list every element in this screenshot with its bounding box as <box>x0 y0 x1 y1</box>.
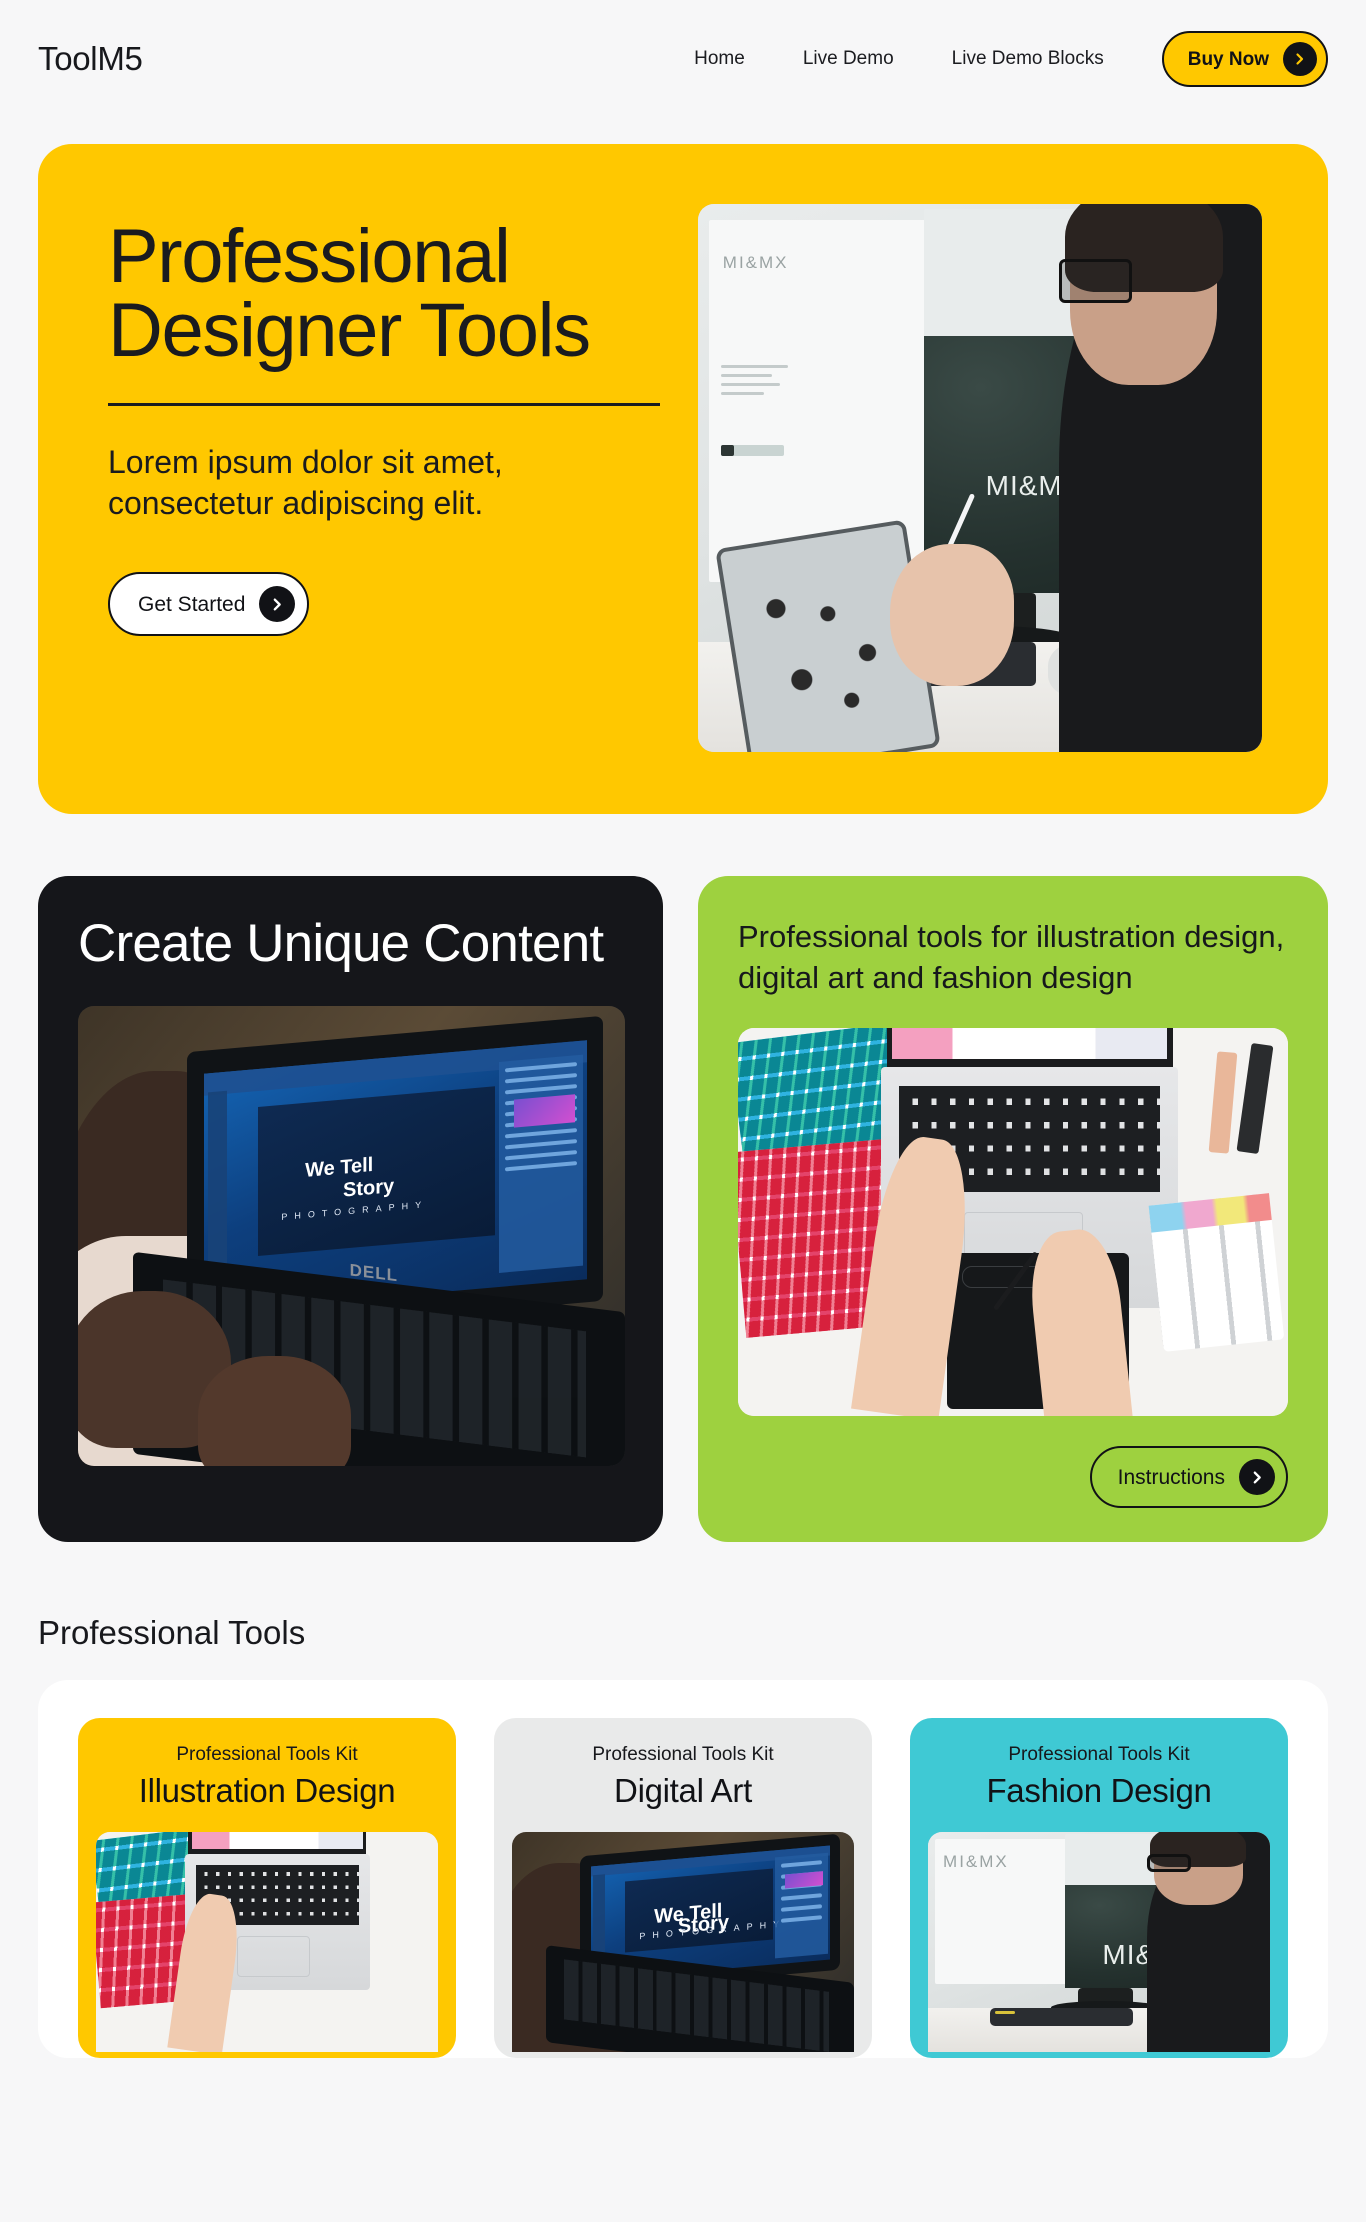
products-panel: Professional Tools Kit Illustration Desi… <box>38 1680 1328 2059</box>
dark-card-title: Create Unique Content <box>78 914 604 973</box>
screen-text-line3: PHOTOGRAPHY <box>281 1198 428 1222</box>
hero-section: Professional Designer Tools Lorem ipsum … <box>38 144 1328 814</box>
product-thumbnail: MI&MX MI&M <box>928 1832 1270 2053</box>
get-started-label: Get Started <box>138 592 246 616</box>
nav-links: Home Live Demo Live Demo Blocks <box>694 48 1104 70</box>
designer-desk-photo: MI&MX MI&M <box>928 1832 1270 2053</box>
get-started-button[interactable]: Get Started <box>108 572 310 637</box>
kit-name: Illustration Design <box>138 1772 396 1810</box>
kit-name: Digital Art <box>614 1772 752 1810</box>
instructions-label: Instructions <box>1117 1465 1225 1489</box>
product-card-digital-art[interactable]: Professional Tools Kit Digital Art We Te… <box>494 1718 872 2059</box>
nav-link-live-demo[interactable]: Live Demo <box>803 48 894 70</box>
green-card-cta-row: Instructions <box>738 1446 1288 1509</box>
hero-text-column: Professional Designer Tools Lorem ipsum … <box>108 200 668 752</box>
dark-card-image: We Tell Story PHOTOGRAPHY DELL <box>78 1006 625 1467</box>
top-navigation: ToolM5 Home Live Demo Live Demo Blocks B… <box>38 0 1328 118</box>
green-card-image <box>738 1028 1288 1417</box>
brand-logo[interactable]: ToolM5 <box>38 40 143 78</box>
kit-label: Professional Tools Kit <box>1008 1744 1190 1766</box>
hero-title: Professional Designer Tools <box>108 214 591 373</box>
feature-cards-row: Create Unique Content We Tell Story PHOT… <box>38 876 1328 1543</box>
monitor-left-brand-text: MI&MX <box>722 252 789 272</box>
arrow-right-circle-icon <box>259 586 296 623</box>
dell-photoshop-photo: We Tell Story PHOTOGRAPHY DELL <box>78 1006 625 1467</box>
kit-name: Fashion Design <box>986 1772 1212 1810</box>
instructions-button[interactable]: Instructions <box>1089 1446 1288 1509</box>
product-thumbnail <box>96 1832 438 2053</box>
page-root: ToolM5 Home Live Demo Live Demo Blocks B… <box>0 0 1366 2059</box>
nav-right-group: Home Live Demo Live Demo Blocks Buy Now <box>694 31 1328 87</box>
designer-desk-photo: MI&MX MI& MI&M <box>698 204 1262 752</box>
monitor-left-brand-text: MI&MX <box>943 1851 1009 1871</box>
product-thumbnail: We Tell Story PHOTOGRAPHY <box>512 1832 854 2053</box>
monitor-right-brand-text: MI&M <box>985 469 1063 501</box>
arrow-right-circle-icon <box>1283 42 1317 76</box>
buy-now-label: Buy Now <box>1187 48 1269 70</box>
laptop-brand-text: DELL <box>349 1260 398 1286</box>
green-card-title: Professional tools for illustration desi… <box>738 919 1285 996</box>
kit-label: Professional Tools Kit <box>176 1744 358 1766</box>
product-card-illustration-design[interactable]: Professional Tools Kit Illustration Desi… <box>78 1718 456 2059</box>
create-unique-content-card[interactable]: Create Unique Content We Tell Story PHOT… <box>38 876 663 1543</box>
arrow-right-circle-icon <box>1239 1459 1275 1496</box>
hero-subtitle: Lorem ipsum dolor sit amet, consectetur … <box>108 444 503 522</box>
color-swatch-desk-photo <box>738 1028 1288 1417</box>
hero-image: MI&MX MI& MI&M <box>698 204 1262 752</box>
dell-photoshop-photo: We Tell Story PHOTOGRAPHY <box>512 1832 854 2053</box>
page-title: Professional Tools <box>38 1614 306 1652</box>
professional-tools-card[interactable]: Professional tools for illustration desi… <box>698 876 1328 1543</box>
buy-now-button[interactable]: Buy Now <box>1161 31 1328 87</box>
hero-divider <box>108 403 660 407</box>
product-card-fashion-design[interactable]: Professional Tools Kit Fashion Design MI… <box>910 1718 1288 2059</box>
kit-label: Professional Tools Kit <box>592 1744 774 1766</box>
nav-link-live-demo-blocks[interactable]: Live Demo Blocks <box>952 48 1104 70</box>
nav-link-home[interactable]: Home <box>694 48 745 70</box>
screen-text-line2: Story <box>342 1175 394 1202</box>
color-swatch-desk-photo <box>96 1832 438 2053</box>
